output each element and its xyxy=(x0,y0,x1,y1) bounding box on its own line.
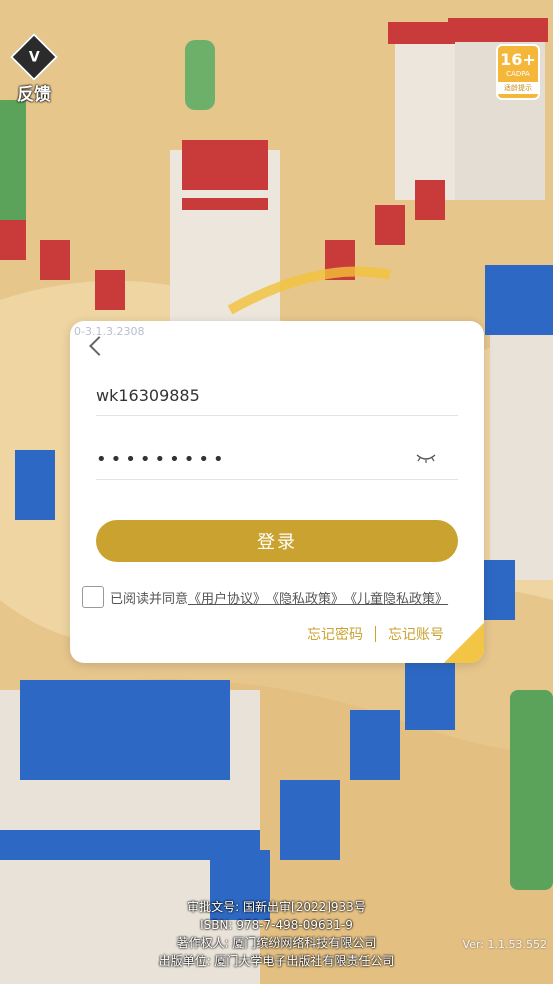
user-agreement-link[interactable]: 《用户协议》 xyxy=(188,588,266,607)
app-version: Ver: 1.1.53.552 xyxy=(462,938,547,951)
footer-info: 审批文号: 国新出审[2022]933号 ISBN: 978-7-498-096… xyxy=(0,898,553,970)
feedback-logo-icon: V xyxy=(9,32,59,82)
children-privacy-link[interactable]: 《儿童隐私政策》 xyxy=(344,588,448,607)
age-rating-value: 16+ xyxy=(500,50,536,69)
divider xyxy=(375,626,376,642)
agree-checkbox[interactable] xyxy=(82,586,104,608)
login-dialog: 0-3.1.3.2308 登录 已阅读并同意 《用户协议》 《隐私政策》 《儿童… xyxy=(70,321,484,663)
login-button[interactable]: 登录 xyxy=(96,520,458,562)
support-icon[interactable] xyxy=(444,623,484,663)
username-input[interactable] xyxy=(96,375,396,415)
password-input[interactable] xyxy=(96,439,396,479)
forgot-password-link[interactable]: 忘记密码 xyxy=(307,624,363,644)
eye-closed-icon[interactable] xyxy=(416,453,436,463)
agree-prefix: 已阅读并同意 xyxy=(110,591,189,607)
approval-number: 审批文号: 国新出审[2022]933号 xyxy=(187,900,366,914)
forgot-links: 忘记密码 忘记账号 xyxy=(307,624,444,644)
age-rating-badge: 16+ CADPA 适龄提示 xyxy=(496,44,540,100)
privacy-policy-link[interactable]: 《隐私政策》 xyxy=(266,588,344,607)
age-rating-org: CADPA xyxy=(506,70,530,78)
build-tag: 0-3.1.3.2308 xyxy=(74,325,145,338)
username-field xyxy=(96,375,458,416)
feedback-label: 反馈 xyxy=(17,85,51,105)
age-rating-tip: 适龄提示 xyxy=(498,82,538,94)
back-chevron-icon[interactable] xyxy=(89,336,109,356)
agreement-row: 已阅读并同意 《用户协议》 《隐私政策》 《儿童隐私政策》 xyxy=(82,585,448,609)
password-field xyxy=(96,439,458,480)
forgot-account-link[interactable]: 忘记账号 xyxy=(388,624,444,644)
feedback-button[interactable]: V 反馈 xyxy=(8,32,60,106)
isbn: ISBN: 978-7-498-09631-9 xyxy=(200,918,353,932)
publisher: 出版单位: 厦门大学电子出版社有限责任公司 xyxy=(158,954,395,968)
